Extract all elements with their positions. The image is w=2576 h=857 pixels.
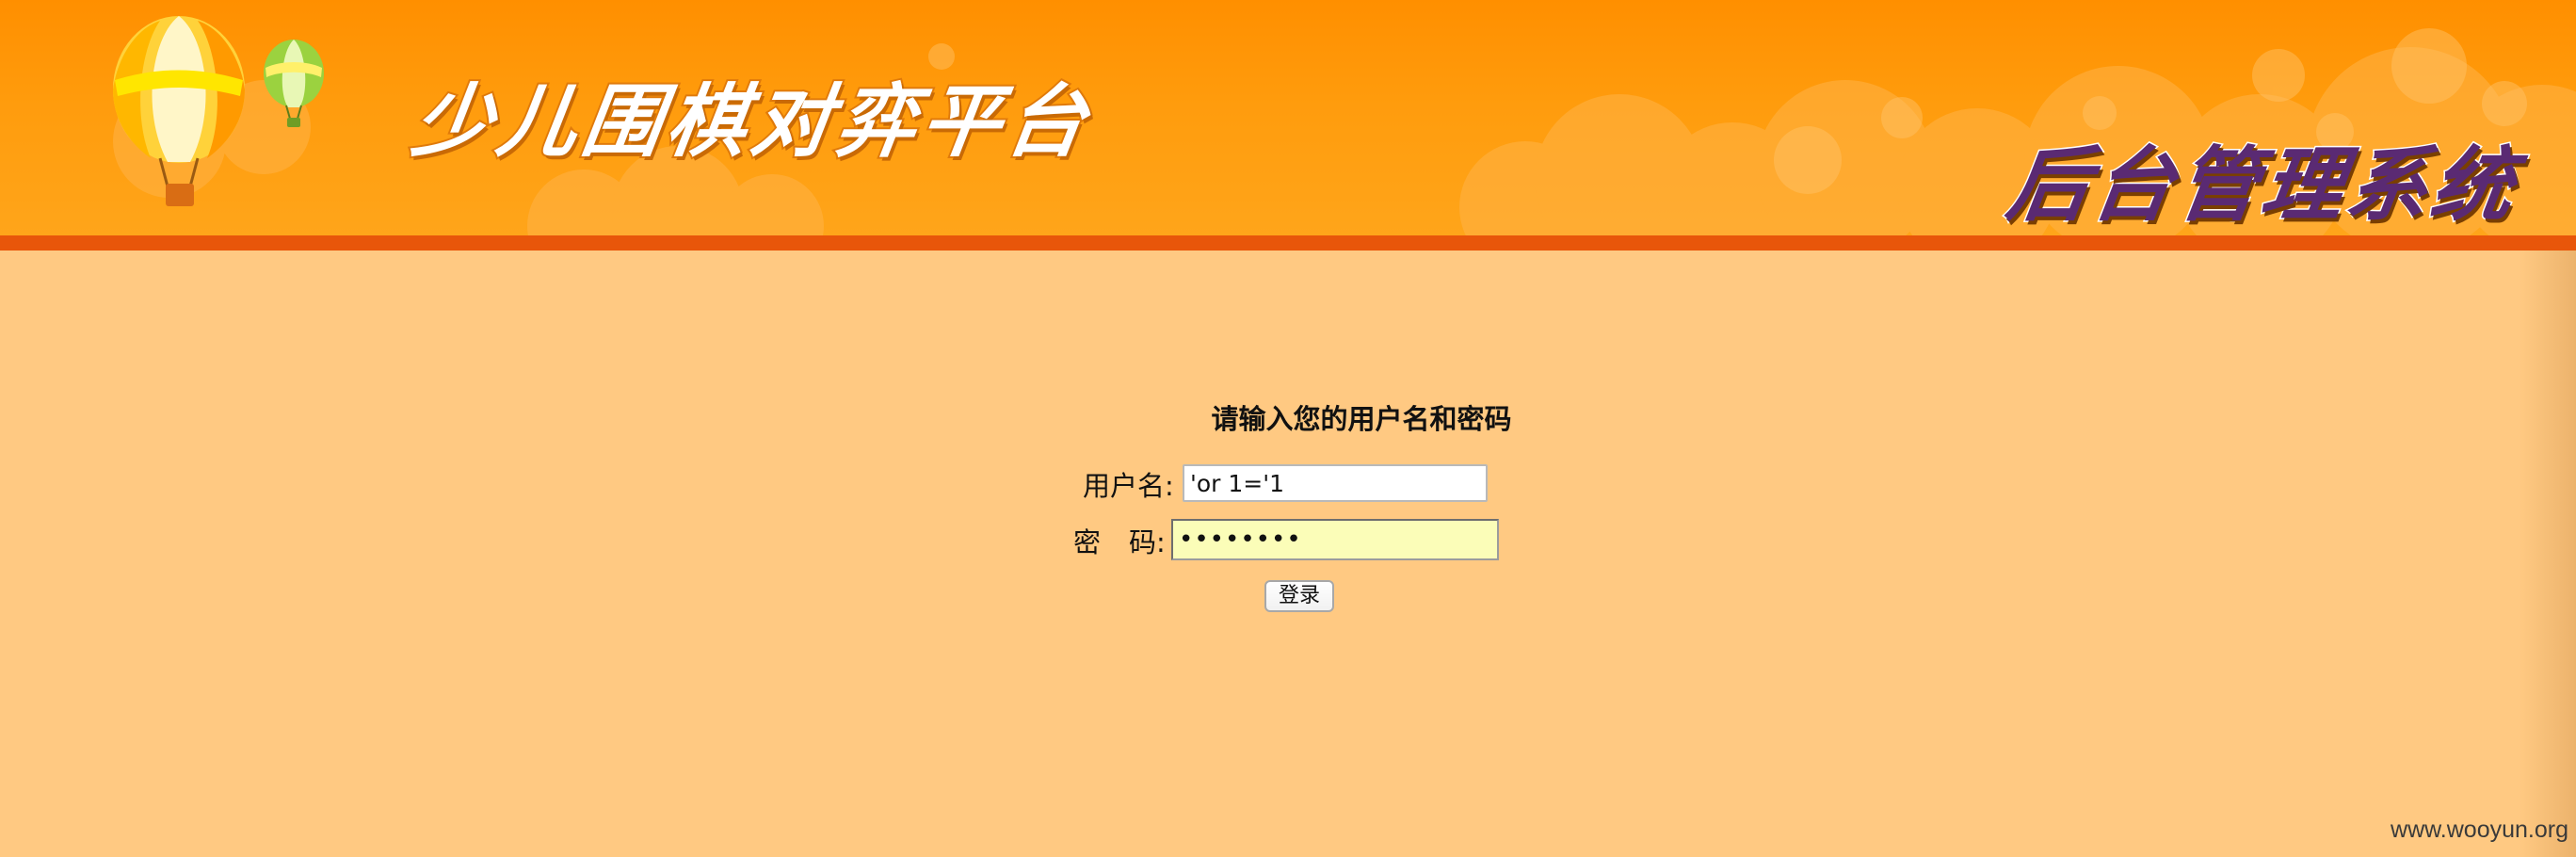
username-input[interactable] bbox=[1183, 464, 1488, 502]
username-label: 用户名: bbox=[1083, 470, 1174, 502]
password-input[interactable] bbox=[1171, 519, 1499, 560]
password-label-part2: 码: bbox=[1129, 526, 1166, 558]
login-prompt: 请输入您的用户名和密码 bbox=[1211, 403, 1512, 435]
edge-shadow bbox=[2520, 251, 2576, 857]
header-divider bbox=[0, 235, 2576, 251]
site-title: 少儿围棋对弈平台 bbox=[405, 73, 1100, 170]
password-label: 密码: bbox=[1073, 521, 1166, 560]
password-label-part1: 密 bbox=[1073, 526, 1102, 558]
watermark: www.wooyun.org bbox=[2391, 817, 2568, 843]
header-banner: 少儿围棋对弈平台 后台管理系统 bbox=[0, 0, 2576, 235]
login-button[interactable]: 登录 bbox=[1264, 580, 1334, 612]
system-title: 后台管理系统 bbox=[2000, 137, 2524, 234]
